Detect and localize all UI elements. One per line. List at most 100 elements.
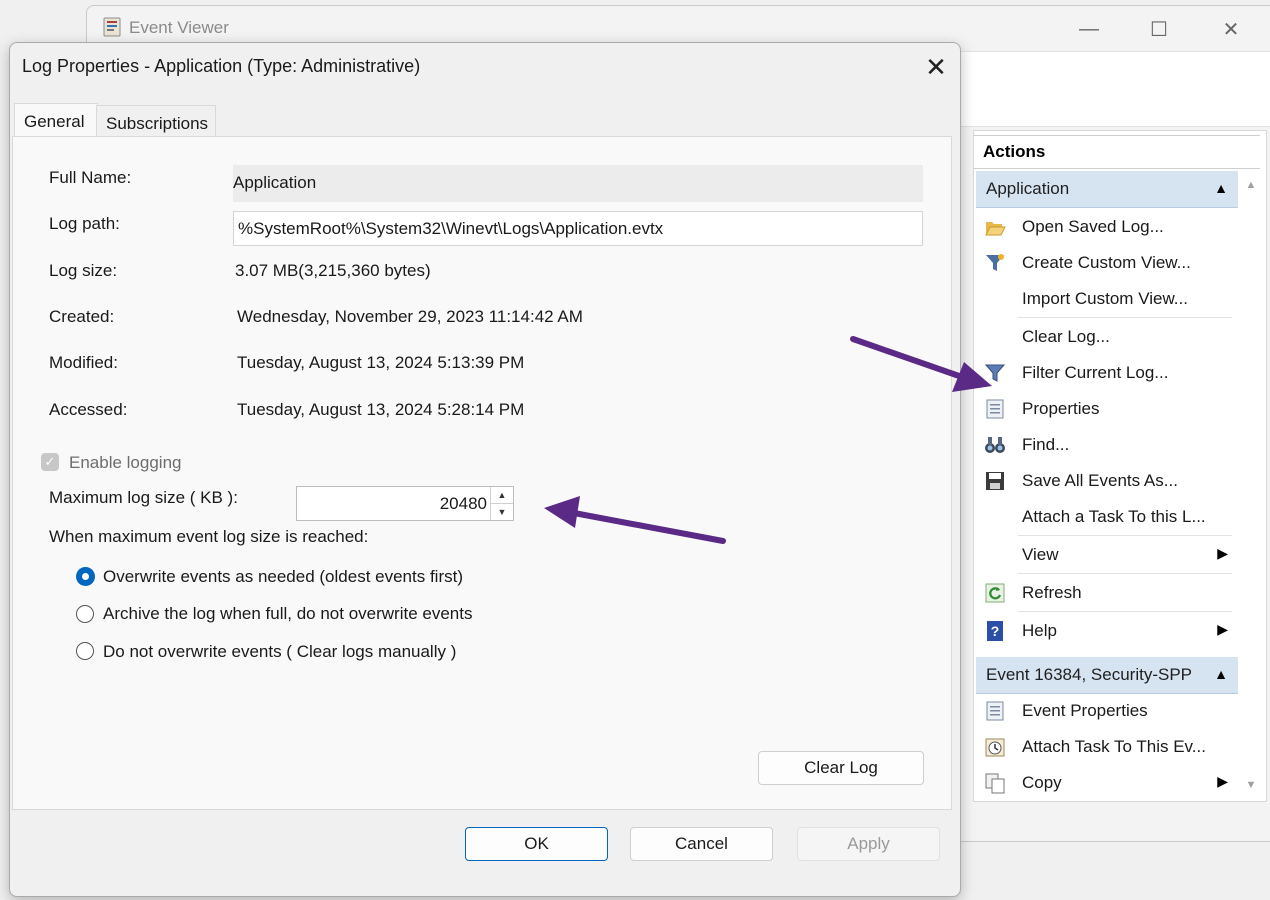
- radio-overwrite-as-needed[interactable]: [76, 567, 95, 586]
- action-label: Clear Log...: [1022, 327, 1110, 346]
- cancel-button[interactable]: Cancel: [630, 827, 773, 861]
- action-label: Help: [1022, 621, 1057, 640]
- action-clear-log[interactable]: Clear Log...: [976, 319, 1238, 355]
- created-value: Wednesday, November 29, 2023 11:14:42 AM: [237, 307, 583, 326]
- minimize-icon: —: [1079, 17, 1099, 40]
- tab-label: General: [24, 112, 85, 131]
- action-filter-current-log[interactable]: Filter Current Log...: [976, 355, 1238, 391]
- close-icon: ✕: [1222, 18, 1240, 41]
- action-view[interactable]: View ▶: [976, 537, 1238, 573]
- minimize-button[interactable]: —: [1065, 12, 1113, 46]
- action-import-custom-view[interactable]: Import Custom View...: [976, 281, 1238, 317]
- enable-logging-checkbox[interactable]: ✓: [41, 453, 59, 471]
- group-header-application[interactable]: Application ▲: [976, 171, 1238, 208]
- filter-funnel-icon: [986, 254, 1004, 271]
- action-save-all-events-as[interactable]: Save All Events As...: [976, 463, 1238, 499]
- max-size-stepper[interactable]: 20480 ▲ ▼: [296, 486, 514, 521]
- general-tab-panel: Full Name: Application Log path: %System…: [12, 136, 952, 810]
- separator: [1018, 535, 1232, 536]
- spin-up-icon[interactable]: ▲: [491, 487, 513, 504]
- properties-icon: [986, 701, 1004, 721]
- log-properties-dialog: Log Properties - Application (Type: Admi…: [9, 42, 961, 897]
- apply-button[interactable]: Apply: [797, 827, 940, 861]
- actions-header: Actions: [974, 135, 1260, 169]
- radio-label: Archive the log when full, do not overwr…: [103, 604, 473, 623]
- max-size-value: 20480: [439, 494, 487, 513]
- max-size-label: Maximum log size ( KB ):: [49, 488, 238, 507]
- action-attach-task-event[interactable]: Attach Task To This Ev...: [976, 729, 1238, 765]
- log-path-label: Log path:: [49, 214, 120, 233]
- action-event-properties[interactable]: Event Properties: [976, 693, 1238, 729]
- action-copy[interactable]: Copy ▶: [976, 765, 1238, 801]
- group-header-label: Application: [986, 179, 1070, 198]
- radio-archive-when-full[interactable]: [76, 605, 94, 623]
- event-viewer-title: Event Viewer: [129, 18, 229, 37]
- svg-text:?: ?: [991, 623, 1000, 639]
- action-refresh[interactable]: Refresh: [976, 575, 1238, 611]
- spin-down-icon[interactable]: ▼: [491, 504, 513, 520]
- action-label: Attach a Task To this L...: [1022, 507, 1206, 526]
- tab-subscriptions[interactable]: Subscriptions: [96, 105, 216, 139]
- scroll-up-arrow-icon[interactable]: ▲: [1244, 179, 1258, 193]
- binoculars-icon: [985, 437, 1005, 453]
- actions-header-label: Actions: [983, 142, 1046, 161]
- action-label: Refresh: [1022, 583, 1082, 602]
- accessed-value: Tuesday, August 13, 2024 5:28:14 PM: [237, 400, 525, 419]
- action-help[interactable]: ? Help ▶: [976, 613, 1238, 649]
- log-size-label: Log size:: [49, 261, 118, 280]
- action-attach-task[interactable]: Attach a Task To this L...: [976, 499, 1238, 535]
- modified-label: Modified:: [49, 353, 118, 372]
- full-name-value: Application: [233, 173, 317, 192]
- button-label: OK: [524, 834, 549, 853]
- action-create-custom-view[interactable]: Create Custom View...: [976, 245, 1238, 281]
- dialog-title: Log Properties - Application (Type: Admi…: [22, 56, 421, 76]
- help-icon: ?: [987, 621, 1003, 641]
- group-header-event[interactable]: Event 16384, Security-SPP ▲: [976, 657, 1238, 694]
- button-label: Apply: [847, 834, 890, 853]
- clear-log-button[interactable]: Clear Log: [758, 751, 924, 785]
- maximize-icon: ☐: [1150, 18, 1168, 41]
- action-label: Find...: [1022, 435, 1070, 454]
- action-label: Event Properties: [1022, 701, 1148, 720]
- radio-do-not-overwrite[interactable]: [76, 642, 94, 660]
- radio-label: Do not overwrite events ( Clear logs man…: [103, 642, 457, 661]
- log-path-value: %SystemRoot%\System32\Winevt\Logs\Applic…: [238, 219, 664, 238]
- action-properties[interactable]: Properties: [976, 391, 1238, 427]
- tab-general[interactable]: General: [14, 103, 98, 139]
- scroll-down-arrow-icon[interactable]: ▼: [1244, 779, 1258, 793]
- created-label: Created:: [49, 307, 115, 326]
- close-icon: ✕: [925, 51, 947, 82]
- log-path-field[interactable]: %SystemRoot%\System32\Winevt\Logs\Applic…: [233, 211, 923, 246]
- separator: [1018, 573, 1232, 574]
- filter-icon: [984, 364, 1006, 382]
- action-open-saved-log[interactable]: Open Saved Log...: [976, 209, 1238, 245]
- task-clock-icon: [985, 738, 1005, 757]
- log-size-value: 3.07 MB(3,215,360 bytes): [235, 261, 431, 280]
- submenu-arrow-icon: ▶: [1217, 621, 1228, 637]
- full-name-label: Full Name:: [49, 168, 132, 187]
- submenu-arrow-icon: ▶: [1217, 545, 1228, 561]
- maximize-button[interactable]: ☐: [1135, 12, 1183, 46]
- properties-icon: [986, 399, 1004, 419]
- when-full-label: When maximum event log size is reached:: [49, 527, 369, 546]
- action-label: Save All Events As...: [1022, 471, 1178, 490]
- refresh-icon: [985, 583, 1005, 603]
- event-viewer-app-icon: [103, 17, 121, 37]
- action-label: Attach Task To This Ev...: [1022, 737, 1206, 756]
- dialog-close-button[interactable]: ✕: [914, 49, 958, 85]
- folder-open-icon: [985, 222, 1006, 236]
- action-label: View: [1022, 545, 1059, 564]
- full-name-field[interactable]: Application: [233, 165, 923, 202]
- action-find[interactable]: Find...: [976, 427, 1238, 463]
- spin-buttons: ▲ ▼: [490, 487, 513, 520]
- action-label: Properties: [1022, 399, 1100, 418]
- separator: [1018, 317, 1232, 318]
- submenu-arrow-icon: ▶: [1217, 773, 1228, 789]
- copy-icon: [985, 773, 1005, 794]
- tab-label: Subscriptions: [106, 114, 209, 133]
- tab-strip: General Subscriptions: [12, 103, 958, 139]
- action-label: Open Saved Log...: [1022, 217, 1164, 236]
- ok-button[interactable]: OK: [465, 827, 608, 861]
- window-close-button[interactable]: ✕: [1207, 12, 1255, 46]
- group-header-label: Event 16384, Security-SPP: [986, 665, 1193, 684]
